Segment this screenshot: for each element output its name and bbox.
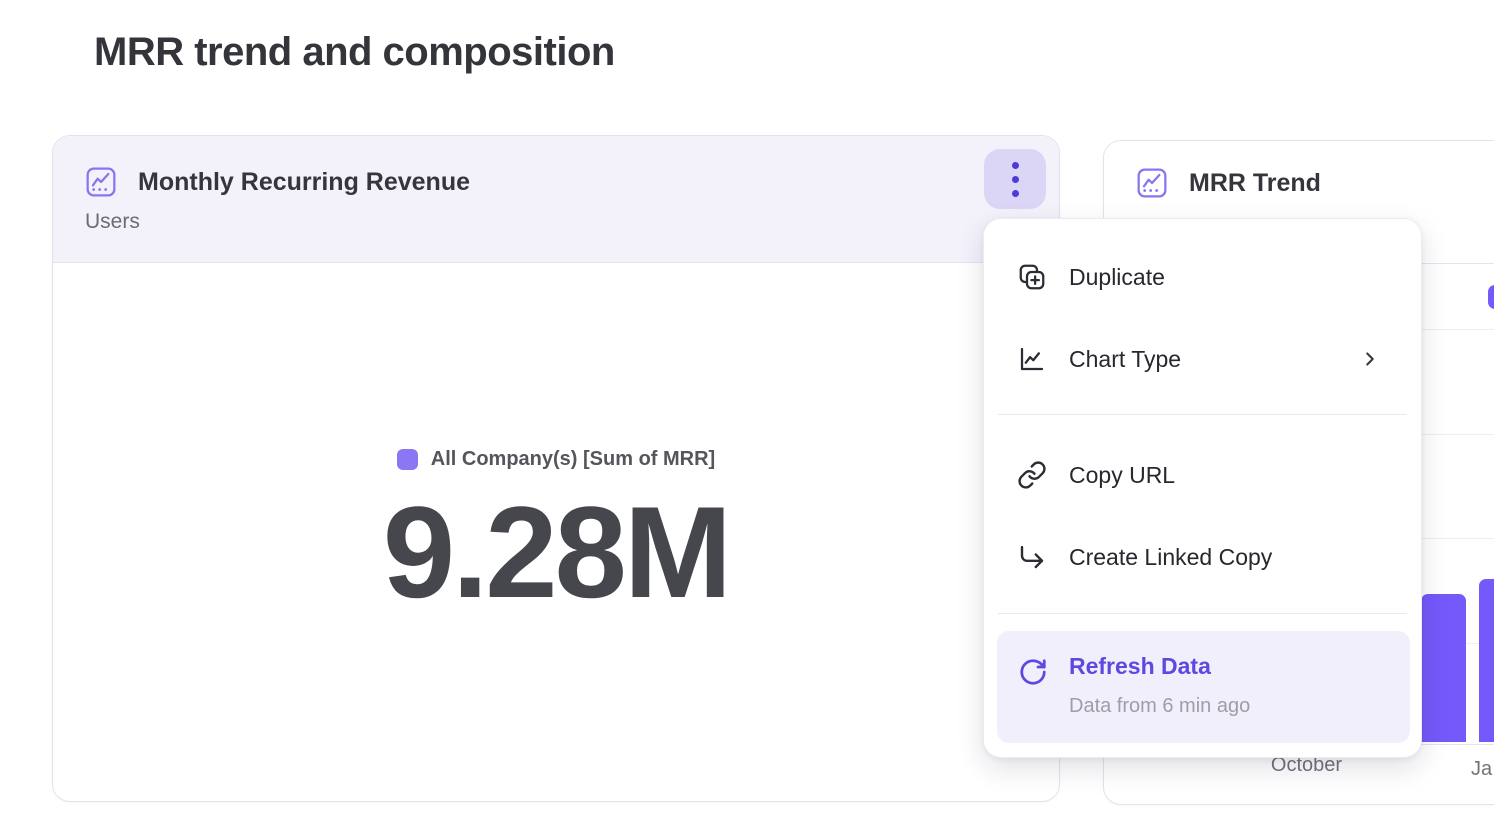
legend-swatch bbox=[397, 449, 418, 470]
menu-item-create-linked-copy[interactable]: Create Linked Copy bbox=[984, 536, 1421, 578]
menu-item-duplicate[interactable]: Duplicate bbox=[984, 256, 1421, 298]
menu-item-refresh-data[interactable]: Refresh Data Data from 6 min ago bbox=[997, 631, 1410, 743]
corner-down-right-icon bbox=[1017, 542, 1047, 572]
chart-type-icon bbox=[1017, 344, 1047, 374]
bar-october[interactable] bbox=[1421, 594, 1466, 742]
menu-divider bbox=[998, 613, 1407, 614]
menu-item-label: Chart Type bbox=[1069, 346, 1181, 373]
refresh-data-label: Refresh Data bbox=[1069, 653, 1211, 680]
menu-item-label: Duplicate bbox=[1069, 264, 1165, 291]
trend-card-title: MRR Trend bbox=[1189, 169, 1321, 198]
mrr-card-subtitle: Users bbox=[85, 210, 1027, 234]
menu-item-chart-type[interactable]: Chart Type bbox=[984, 338, 1421, 380]
menu-divider bbox=[998, 414, 1407, 415]
mrr-card-header: Monthly Recurring Revenue Users bbox=[53, 136, 1059, 263]
line-chart-icon bbox=[1136, 167, 1168, 199]
duplicate-icon bbox=[1017, 262, 1047, 292]
refresh-icon bbox=[1018, 657, 1048, 687]
mrr-card: Monthly Recurring Revenue Users All Comp… bbox=[52, 135, 1060, 802]
menu-item-copy-url[interactable]: Copy URL bbox=[984, 454, 1421, 496]
kebab-icon bbox=[1012, 162, 1019, 197]
refresh-data-timestamp: Data from 6 min ago bbox=[1069, 695, 1250, 718]
trend-legend-swatch bbox=[1488, 285, 1494, 309]
mrr-value: 9.28M bbox=[383, 487, 729, 617]
legend-row: All Company(s) [Sum of MRR] bbox=[397, 448, 715, 471]
link-icon bbox=[1017, 460, 1047, 490]
line-chart-icon bbox=[85, 166, 117, 198]
menu-item-label: Copy URL bbox=[1069, 462, 1175, 489]
page-title: MRR trend and composition bbox=[94, 30, 615, 75]
legend-label: All Company(s) [Sum of MRR] bbox=[431, 448, 715, 471]
menu-item-label: Create Linked Copy bbox=[1069, 544, 1272, 571]
kebab-menu-button[interactable] bbox=[984, 149, 1046, 209]
card-context-menu: Duplicate Chart Type Copy URL bbox=[983, 218, 1422, 758]
chevron-right-icon bbox=[1359, 348, 1381, 370]
mrr-card-title: Monthly Recurring Revenue bbox=[138, 168, 470, 197]
mrr-card-body: All Company(s) [Sum of MRR] 9.28M bbox=[53, 264, 1059, 801]
bar-january[interactable] bbox=[1479, 579, 1494, 742]
x-tick-january: Ja bbox=[1471, 758, 1492, 781]
